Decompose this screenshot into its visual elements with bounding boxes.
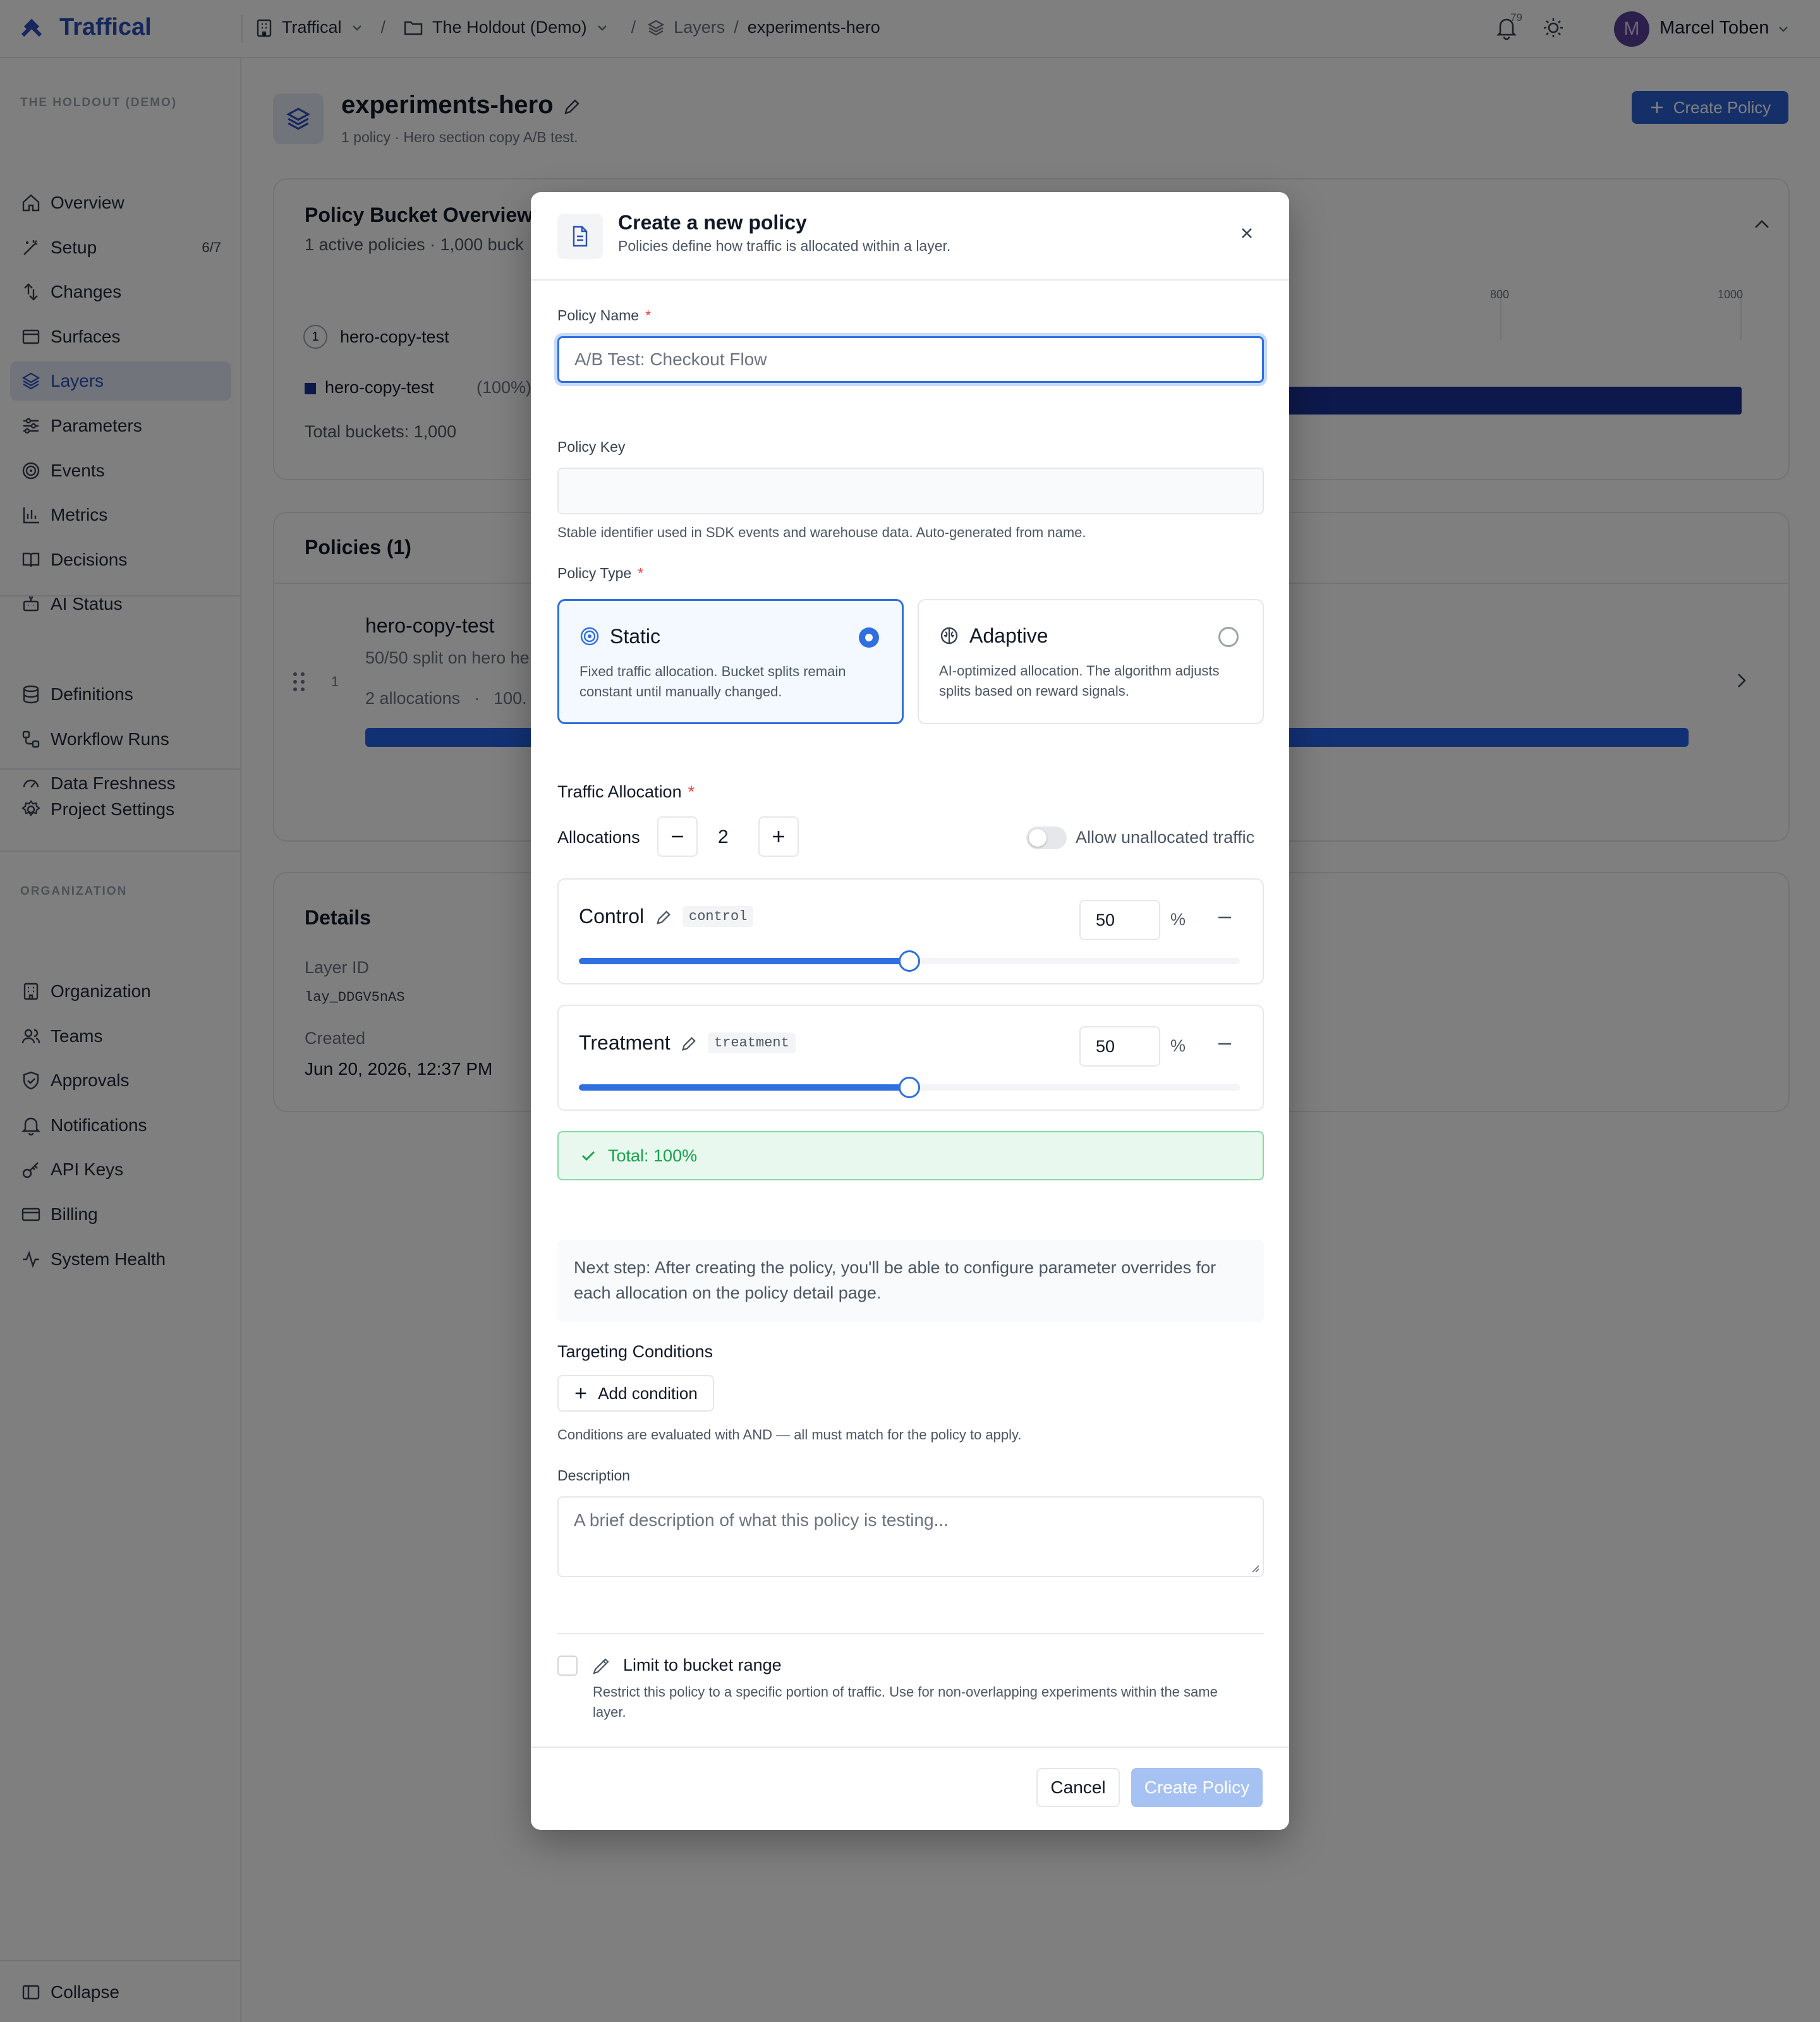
allocation-name: Treatment — [579, 1031, 670, 1054]
percent-sign: % — [1170, 910, 1186, 929]
radio-selected[interactable] — [859, 627, 879, 648]
divider — [531, 1747, 1289, 1748]
conditions-help: Conditions are evaluated with AND — all … — [557, 1427, 1022, 1443]
remove-allocation-icon[interactable] — [1216, 909, 1234, 926]
create-policy-submit-button[interactable]: Create Policy — [1131, 1768, 1263, 1807]
allow-unallocated-label: Allow unallocated traffic — [1076, 828, 1255, 847]
allocation-key: control — [682, 906, 754, 927]
cancel-button[interactable]: Cancel — [1036, 1768, 1120, 1807]
allocation-percent-input[interactable]: 50 — [1079, 900, 1160, 940]
increment-allocations-button[interactable] — [758, 816, 799, 857]
dialog-subtitle: Policies define how traffic is allocated… — [618, 238, 951, 254]
allocation-percent-value: 50 — [1096, 1036, 1115, 1056]
document-icon — [557, 214, 603, 259]
description-label: Description — [557, 1467, 631, 1484]
allocations-count: 2 — [718, 826, 729, 847]
description-placeholder: A brief description of what this policy … — [574, 1510, 949, 1530]
allow-unallocated-toggle[interactable] — [1026, 826, 1067, 849]
allocation-percent-input[interactable]: 50 — [1079, 1026, 1160, 1067]
bucket-range-checkbox[interactable] — [557, 1656, 578, 1676]
description-textarea[interactable]: A brief description of what this policy … — [557, 1496, 1264, 1577]
plus-icon — [574, 1386, 588, 1400]
slider-thumb[interactable] — [899, 950, 920, 972]
traffic-allocation-label: Traffic Allocation * — [557, 782, 695, 802]
brush-icon — [592, 1656, 612, 1676]
allocation-slider[interactable] — [579, 950, 1240, 972]
next-step-note: Next step: After creating the policy, yo… — [557, 1240, 1264, 1322]
slider-fill — [579, 958, 909, 964]
type-static-desc: Fixed traffic allocation. Bucket splits … — [579, 663, 846, 699]
type-option-adaptive[interactable]: Adaptive AI-optimized allocation. The al… — [918, 599, 1264, 724]
resize-handle-icon[interactable] — [1250, 1563, 1260, 1573]
dialog-title: Create a new policy — [618, 211, 807, 234]
radio-unselected[interactable] — [1218, 627, 1239, 647]
required-mark: * — [688, 782, 695, 801]
add-condition-label: Add condition — [598, 1383, 698, 1403]
total-status: Total: 100% — [557, 1131, 1264, 1180]
slider-fill — [579, 1084, 909, 1091]
type-static-title: Static — [610, 625, 661, 648]
policy-key-help: Stable identifier used in SDK events and… — [557, 524, 1086, 540]
target-icon — [579, 626, 600, 646]
bucket-range-help: Restrict this policy to a specific porti… — [593, 1684, 1218, 1720]
bucket-range-label: Limit to bucket range — [623, 1656, 782, 1674]
pencil-icon[interactable] — [655, 909, 672, 926]
policy-type-label: Policy Type * — [557, 565, 643, 582]
policy-name-input[interactable]: A/B Test: Checkout Flow — [557, 336, 1264, 383]
add-condition-button[interactable]: Add condition — [557, 1375, 714, 1412]
type-adaptive-title: Adaptive — [969, 624, 1048, 647]
allocation-slider[interactable] — [579, 1077, 1240, 1098]
total-text: Total: 100% — [608, 1146, 698, 1165]
label-text: Policy Type — [557, 565, 632, 581]
brain-icon — [939, 626, 959, 646]
remove-allocation-icon[interactable] — [1216, 1035, 1234, 1053]
required-mark: * — [638, 565, 644, 581]
divider — [531, 279, 1289, 281]
policy-key-label: Policy Key — [557, 439, 626, 455]
slider-thumb[interactable] — [899, 1077, 920, 1098]
allocations-label: Allocations — [557, 828, 640, 847]
label-text: Policy Name — [557, 307, 640, 324]
allocation-percent-value: 50 — [1096, 910, 1115, 929]
close-icon[interactable] — [1237, 224, 1256, 243]
allocation-name: Control — [579, 905, 645, 928]
divider — [557, 1633, 1264, 1634]
cancel-label: Cancel — [1050, 1777, 1106, 1797]
policy-key-input[interactable] — [557, 468, 1264, 514]
allocation-card: Treatment treatment 50 % — [557, 1005, 1264, 1111]
type-adaptive-desc: AI-optimized allocation. The algorithm a… — [939, 663, 1220, 699]
policy-name-label: Policy Name * — [557, 307, 651, 324]
required-mark: * — [645, 307, 652, 324]
type-option-static[interactable]: Static Fixed traffic allocation. Bucket … — [557, 599, 904, 724]
percent-sign: % — [1170, 1036, 1186, 1055]
policy-name-placeholder: A/B Test: Checkout Flow — [574, 349, 767, 369]
decrement-allocations-button[interactable] — [657, 816, 698, 857]
allocation-key: treatment — [708, 1032, 796, 1053]
create-policy-dialog: Create a new policy Policies define how … — [531, 192, 1289, 1830]
check-icon — [580, 1147, 597, 1164]
create-label: Create Policy — [1144, 1777, 1250, 1797]
allocation-card: Control control 50 % — [557, 878, 1264, 984]
targeting-label: Targeting Conditions — [557, 1342, 713, 1361]
pencil-icon[interactable] — [680, 1035, 698, 1053]
label-text: Traffic Allocation — [557, 782, 682, 801]
